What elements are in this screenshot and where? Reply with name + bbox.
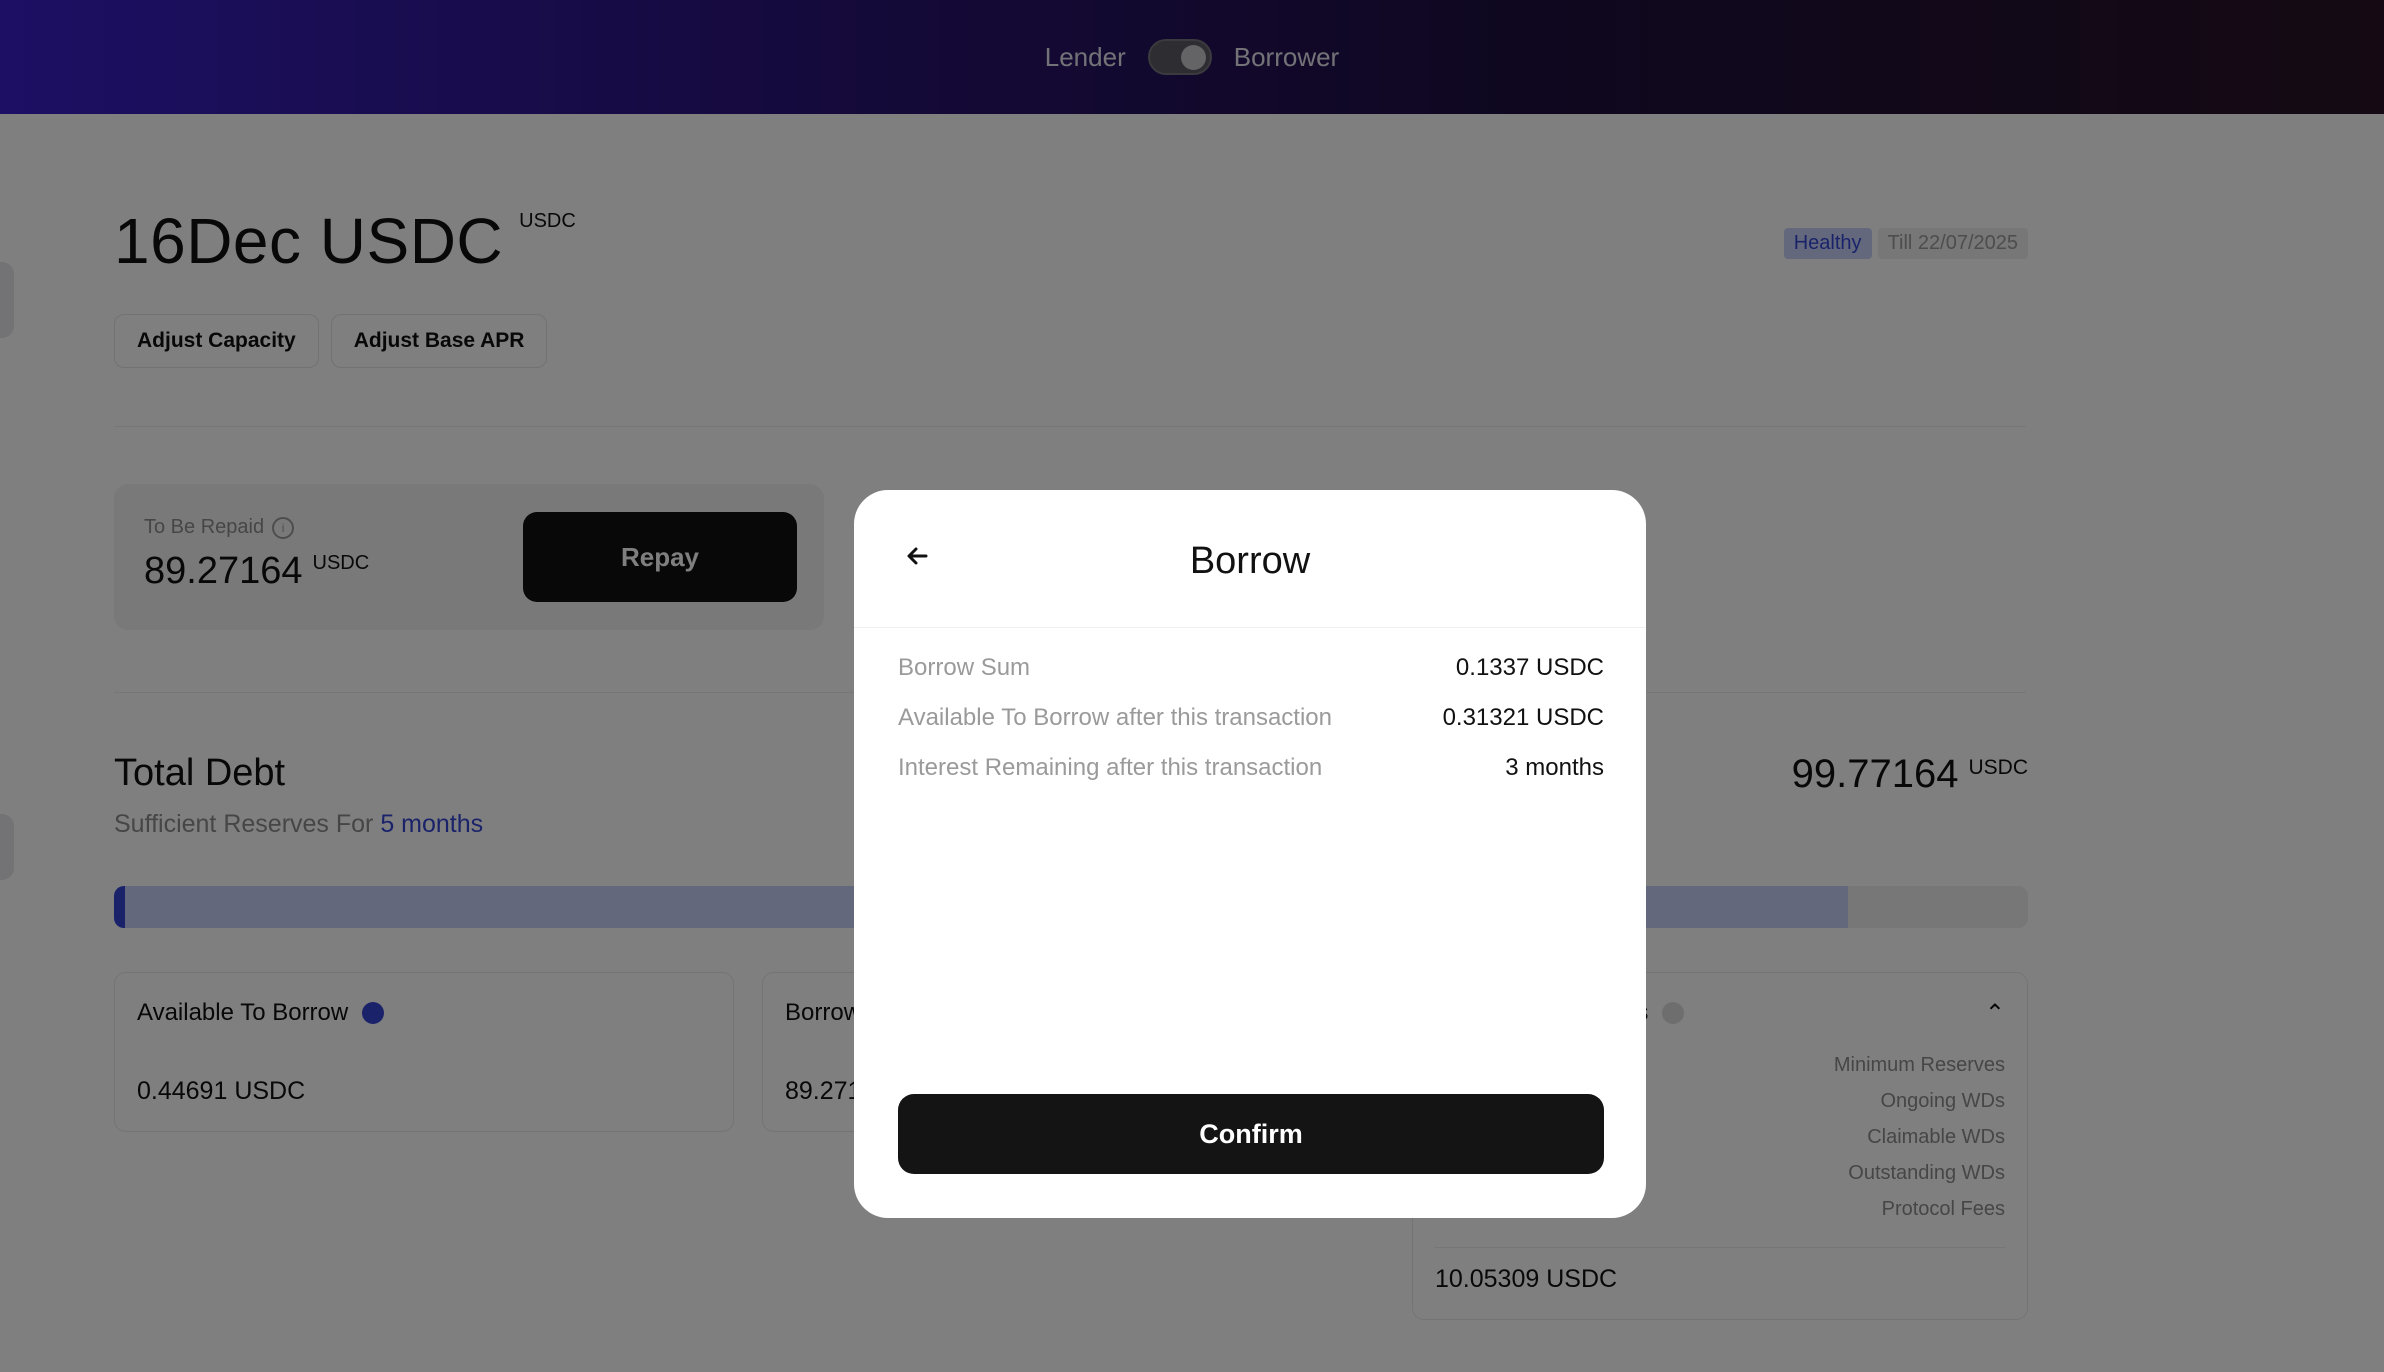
summary-value: 0.31321 USDC [1442, 704, 1604, 731]
summary-row: Interest Remaining after this transactio… [898, 754, 1604, 782]
summary-label: Available To Borrow after this transacti… [898, 704, 1333, 731]
borrow-modal: Borrow Borrow Sum 0.1337 USDC Available … [854, 490, 1646, 1218]
summary-value: 0.1337 USDC [1455, 654, 1604, 681]
summary-label: Borrow Sum [898, 654, 1031, 681]
confirm-button[interactable]: Confirm [898, 1094, 1604, 1174]
modal-title: Borrow [1189, 540, 1311, 582]
summary-label: Interest Remaining after this transactio… [898, 754, 1323, 781]
summary-row: Available To Borrow after this transacti… [898, 704, 1604, 732]
summary-row: Borrow Sum 0.1337 USDC [898, 654, 1604, 682]
modal-header: Borrow [854, 490, 1646, 628]
summary-value: 3 months [1505, 754, 1604, 781]
